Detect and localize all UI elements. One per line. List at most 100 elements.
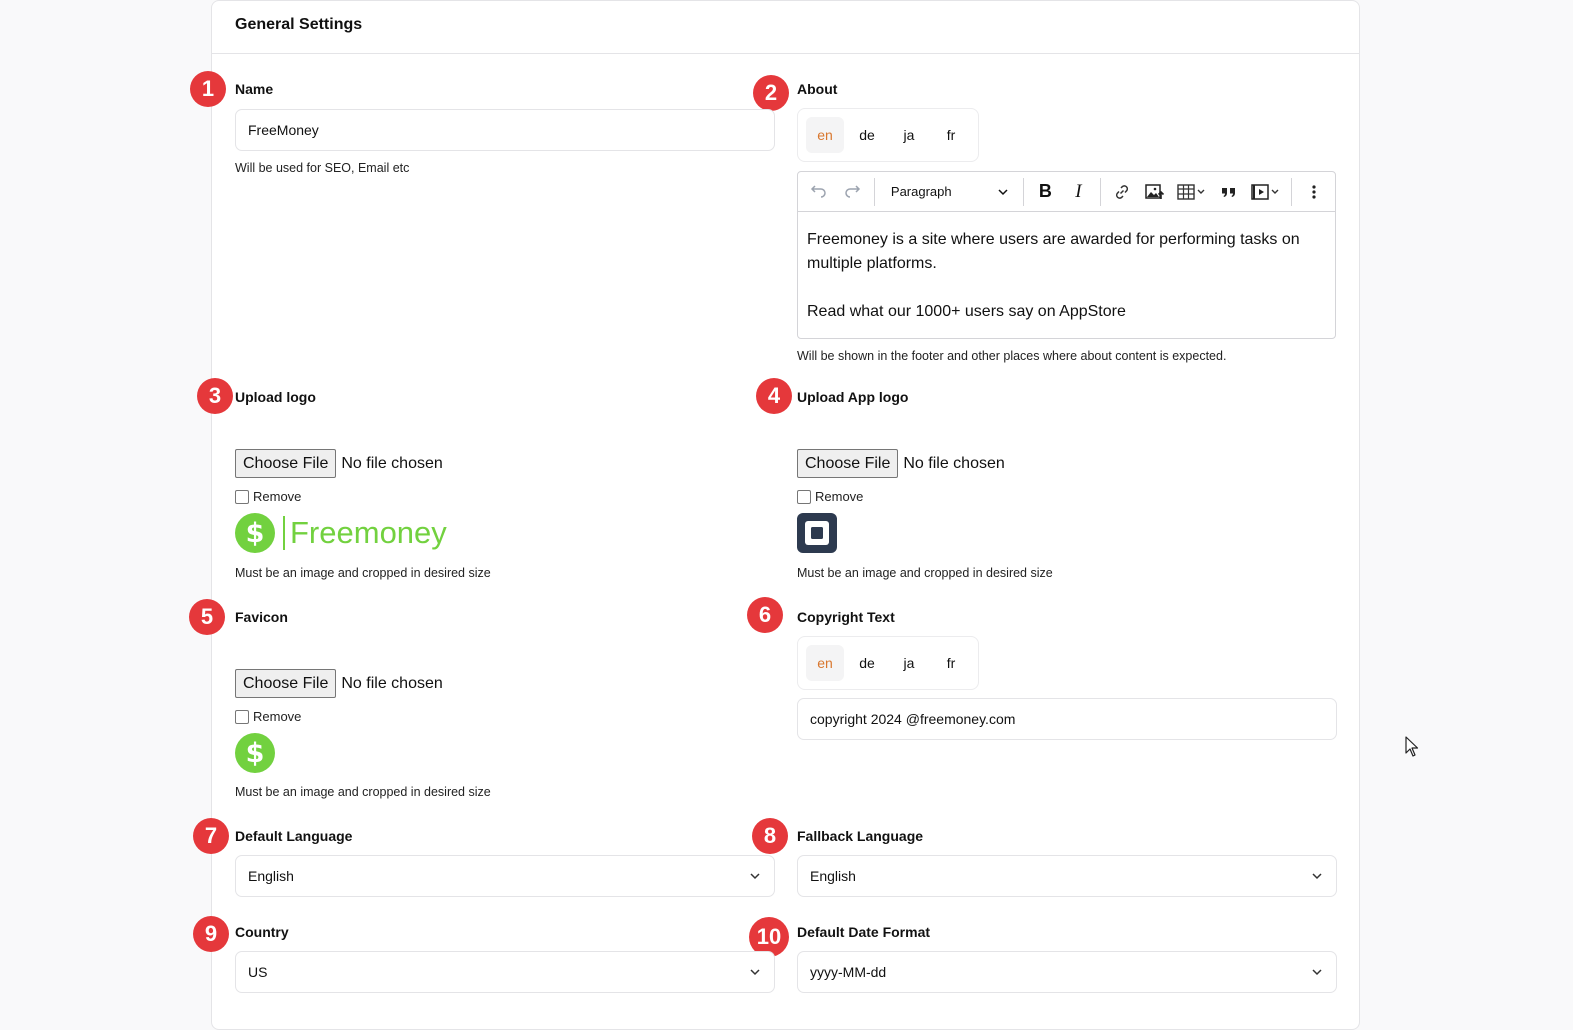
country-select[interactable]: US bbox=[235, 951, 775, 993]
upload-app-logo-label: Upload App logo bbox=[797, 389, 909, 405]
upload-logo-label: Upload logo bbox=[235, 389, 316, 405]
country-label: Country bbox=[235, 924, 289, 940]
italic-icon[interactable]: I bbox=[1063, 177, 1094, 207]
step-badge-5: 5 bbox=[189, 599, 225, 635]
table-icon[interactable] bbox=[1173, 177, 1212, 207]
about-tab-fr[interactable]: fr bbox=[932, 117, 970, 153]
copyright-label: Copyright Text bbox=[797, 609, 895, 625]
default-language-value: English bbox=[248, 868, 294, 884]
about-paragraph-1: Freemoney is a site where users are awar… bbox=[807, 231, 1300, 272]
step-badge-4: 4 bbox=[756, 378, 792, 414]
undo-icon[interactable] bbox=[804, 177, 835, 207]
step-badge-1: 1 bbox=[190, 71, 226, 107]
copyright-tab-fr[interactable]: fr bbox=[932, 645, 970, 681]
logo-preview: $ Freemoney bbox=[235, 513, 491, 553]
copyright-tab-en[interactable]: en bbox=[806, 645, 844, 681]
about-editor-content[interactable]: Freemoney is a site where users are awar… bbox=[798, 212, 1335, 338]
favicon-preview: $ bbox=[235, 733, 491, 773]
favicon-remove: Remove bbox=[235, 709, 491, 724]
copyright-tab-ja[interactable]: ja bbox=[890, 645, 928, 681]
app-logo-preview bbox=[797, 513, 1053, 553]
about-label: About bbox=[797, 81, 838, 97]
default-language-field: Default Language English bbox=[235, 828, 775, 897]
paragraph-dropdown[interactable]: Paragraph bbox=[881, 177, 1017, 207]
favicon-status: No file chosen bbox=[341, 674, 443, 692]
about-tab-en[interactable]: en bbox=[806, 117, 844, 153]
more-options-icon[interactable] bbox=[1298, 177, 1329, 207]
about-editor: Paragraph B I Freemoney is a site where … bbox=[797, 171, 1336, 339]
favicon-field: Favicon Choose File No file chosen Remov… bbox=[235, 609, 491, 799]
svg-text:$: $ bbox=[246, 518, 265, 549]
upload-app-logo-remove-checkbox[interactable] bbox=[797, 489, 811, 504]
name-input[interactable]: FreeMoney bbox=[235, 109, 775, 151]
copyright-field: Copyright Text en de ja fr copyright 202… bbox=[797, 609, 1337, 740]
insert-image-icon[interactable] bbox=[1140, 177, 1171, 207]
chevron-down-icon bbox=[998, 188, 1008, 195]
link-icon[interactable] bbox=[1107, 177, 1138, 207]
fallback-language-label: Fallback Language bbox=[797, 828, 924, 844]
card-header: General Settings bbox=[212, 1, 1359, 54]
name-label: Name bbox=[235, 81, 274, 97]
upload-app-logo-remove-label: Remove bbox=[815, 489, 864, 504]
svg-text:$: $ bbox=[246, 738, 265, 769]
country-field: Country US bbox=[235, 924, 775, 993]
favicon-label: Favicon bbox=[235, 609, 288, 625]
upload-logo-hint: Must be an image and cropped in desired … bbox=[235, 566, 491, 580]
name-field: Name FreeMoney Will be used for SEO, Ema… bbox=[235, 81, 775, 175]
chevron-down-icon bbox=[1312, 969, 1322, 976]
upload-logo-status: No file chosen bbox=[341, 454, 443, 472]
redo-icon[interactable] bbox=[837, 177, 868, 207]
chevron-down-icon bbox=[750, 969, 760, 976]
logo-text: Freemoney bbox=[290, 515, 447, 550]
fallback-language-select[interactable]: English bbox=[797, 855, 1337, 897]
date-format-field: Default Date Format yyyy-MM-dd bbox=[797, 924, 1337, 993]
date-format-select[interactable]: yyyy-MM-dd bbox=[797, 951, 1337, 993]
page-title: General Settings bbox=[235, 16, 363, 33]
dollar-coin-icon: $ bbox=[235, 513, 275, 553]
mouse-pointer-icon bbox=[1405, 736, 1419, 757]
favicon-file-input: Choose File No file chosen bbox=[235, 669, 491, 698]
default-language-label: Default Language bbox=[235, 828, 353, 844]
upload-logo-file-input: Choose File No file chosen bbox=[235, 449, 491, 478]
upload-logo-remove-checkbox[interactable] bbox=[235, 489, 249, 504]
date-format-value: yyyy-MM-dd bbox=[810, 964, 887, 980]
editor-toolbar: Paragraph B I bbox=[798, 172, 1335, 212]
upload-app-logo-hint: Must be an image and cropped in desired … bbox=[797, 566, 1053, 580]
about-hint: Will be shown in the footer and other pl… bbox=[797, 349, 1227, 363]
about-lang-tabs: en de ja fr bbox=[797, 108, 979, 162]
step-badge-7: 7 bbox=[193, 818, 229, 854]
upload-app-logo-field: Upload App logo Choose File No file chos… bbox=[797, 389, 1053, 580]
chevron-down-icon bbox=[1312, 873, 1322, 880]
copyright-input[interactable]: copyright 2024 @freemoney.com bbox=[797, 698, 1337, 740]
step-badge-3: 3 bbox=[197, 378, 233, 414]
upload-logo-choose-button[interactable]: Choose File bbox=[235, 449, 337, 478]
paragraph-label: Paragraph bbox=[890, 184, 952, 199]
step-badge-6: 6 bbox=[747, 597, 783, 633]
about-paragraph-2: Read what our 1000+ users say on AppStor… bbox=[807, 303, 1126, 320]
favicon-remove-checkbox[interactable] bbox=[235, 709, 249, 724]
name-hint: Will be used for SEO, Email etc bbox=[235, 161, 410, 175]
default-language-select[interactable]: English bbox=[235, 855, 775, 897]
favicon-choose-button[interactable]: Choose File bbox=[235, 669, 337, 698]
media-embed-icon[interactable] bbox=[1246, 177, 1285, 207]
favicon-hint: Must be an image and cropped in desired … bbox=[235, 785, 491, 799]
upload-logo-remove-label: Remove bbox=[253, 489, 302, 504]
about-tab-de[interactable]: de bbox=[848, 117, 886, 153]
country-value: US bbox=[248, 964, 268, 980]
upload-logo-field: Upload logo Choose File No file chosen R… bbox=[235, 389, 491, 580]
upload-app-logo-choose-button[interactable]: Choose File bbox=[797, 449, 899, 478]
step-badge-9: 9 bbox=[193, 916, 229, 952]
copyright-lang-tabs: en de ja fr bbox=[797, 636, 979, 690]
about-field: About en de ja fr Paragraph B I Freemone… bbox=[797, 81, 1336, 363]
fallback-language-value: English bbox=[810, 868, 856, 884]
upload-app-logo-status: No file chosen bbox=[903, 454, 1005, 472]
about-tab-ja[interactable]: ja bbox=[890, 117, 928, 153]
upload-app-logo-file-input: Choose File No file chosen bbox=[797, 449, 1053, 478]
date-format-label: Default Date Format bbox=[797, 924, 931, 940]
bold-icon[interactable]: B bbox=[1030, 177, 1061, 207]
blockquote-icon[interactable] bbox=[1213, 177, 1244, 207]
dollar-coin-icon: $ bbox=[235, 733, 275, 773]
upload-logo-remove: Remove bbox=[235, 489, 491, 504]
copyright-tab-de[interactable]: de bbox=[848, 645, 886, 681]
favicon-remove-label: Remove bbox=[253, 709, 302, 724]
